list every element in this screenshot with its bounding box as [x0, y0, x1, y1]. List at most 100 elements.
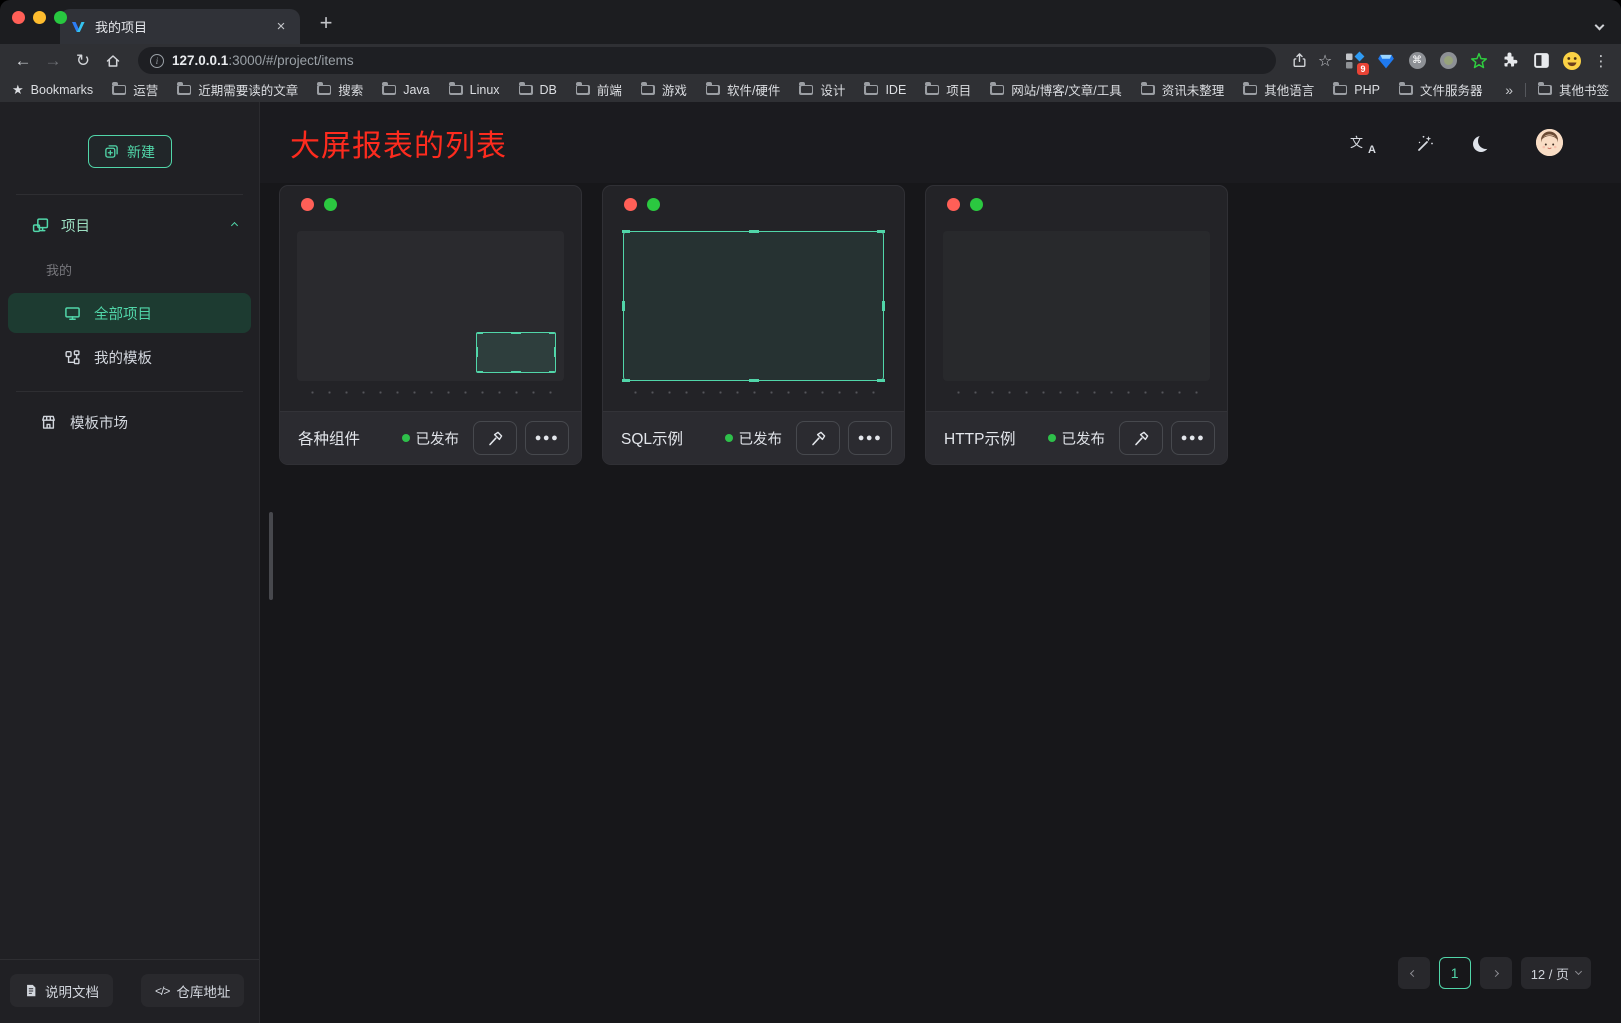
back-button[interactable]: ←	[10, 48, 36, 74]
bookmark-star-button[interactable]: ☆	[1314, 50, 1336, 72]
forward-button[interactable]: →	[40, 48, 66, 74]
selection-handle[interactable]	[549, 332, 556, 334]
folder-icon	[1399, 85, 1413, 95]
bookmark-folder[interactable]: PHP	[1333, 80, 1380, 99]
selection-handle[interactable]	[749, 230, 759, 233]
close-window-button[interactable]	[12, 11, 25, 24]
edit-project-button[interactable]	[1119, 421, 1163, 455]
selection-handle[interactable]	[549, 371, 556, 373]
current-page-button[interactable]: 1	[1439, 957, 1471, 989]
record-extension-icon[interactable]	[1437, 50, 1459, 72]
selection-handle[interactable]	[622, 301, 625, 311]
sidebar-item-my-templates[interactable]: 我的模板	[8, 337, 251, 377]
page-size-select[interactable]: 12 / 页	[1521, 957, 1591, 989]
address-bar[interactable]: i 127.0.0.1:3000/#/project/items	[138, 47, 1276, 74]
bookmarks-overflow-button[interactable]: »	[1505, 82, 1513, 98]
close-tab-icon[interactable]: ×	[272, 18, 290, 36]
more-actions-button[interactable]: ●●●	[1171, 421, 1215, 455]
moon-icon	[1478, 133, 1494, 149]
selection-handle[interactable]	[622, 379, 630, 382]
sidebar-item-template-market[interactable]: 模板市场	[8, 402, 251, 442]
bookmark-folder[interactable]: 其他语言	[1243, 80, 1314, 99]
sidebar-group-projects[interactable]: 项目	[0, 195, 259, 246]
next-page-button[interactable]	[1480, 957, 1512, 989]
reload-button[interactable]: ↻	[70, 48, 96, 74]
puzzle-extensions-icon[interactable]	[1499, 50, 1521, 72]
mini-line-chart	[305, 285, 385, 326]
maximize-window-button[interactable]	[54, 11, 67, 24]
stats-extension-icon[interactable]: 9	[1344, 50, 1366, 72]
bookmark-folder[interactable]: 运营	[112, 80, 158, 99]
selection-handle[interactable]	[511, 371, 521, 373]
command-extension-icon[interactable]: ⌘	[1406, 50, 1428, 72]
selection-handle[interactable]	[476, 371, 483, 373]
dotted-separator	[304, 391, 557, 394]
selection-handle[interactable]	[749, 379, 759, 382]
prev-page-button[interactable]	[1398, 957, 1430, 989]
sidebar-item-all-projects[interactable]: 全部项目	[8, 293, 251, 333]
more-actions-button[interactable]: ●●●	[525, 421, 569, 455]
line-chart	[949, 237, 1204, 377]
selection-handle[interactable]	[877, 379, 885, 382]
theme-color-button[interactable]	[1412, 130, 1438, 156]
more-actions-button[interactable]: ●●●	[848, 421, 892, 455]
edit-project-button[interactable]	[473, 421, 517, 455]
bookmark-folder[interactable]: 网站/博客/文章/工具	[990, 80, 1121, 99]
project-card[interactable]: 各种组件 已发布 ●●●	[279, 185, 582, 465]
minimize-window-button[interactable]	[33, 11, 46, 24]
bookmark-folder[interactable]: 搜索	[317, 80, 363, 99]
bookmark-folder[interactable]: 项目	[925, 80, 971, 99]
browser-tab[interactable]: 我的项目 ×	[60, 9, 300, 44]
folder-icon	[112, 85, 126, 95]
selection-handle[interactable]	[882, 301, 885, 311]
bookmark-folder[interactable]: 文件服务器	[1399, 80, 1483, 99]
bookmark-folder[interactable]: Linux	[449, 80, 500, 99]
repo-button[interactable]: </> 仓库地址	[141, 974, 244, 1007]
page-info-icon[interactable]: i	[150, 54, 164, 68]
card-preview-sql[interactable]	[623, 231, 884, 381]
bookmark-folder[interactable]: 设计	[799, 80, 845, 99]
selection-handle[interactable]	[511, 332, 521, 334]
selection-handle[interactable]	[476, 347, 478, 357]
project-card[interactable]: HTTP示例 已发布 ●●●	[925, 185, 1228, 465]
bookmark-folder[interactable]: 游戏	[641, 80, 687, 99]
selection-handle[interactable]	[476, 332, 483, 334]
selection-handle[interactable]	[877, 230, 885, 233]
tab-search-chevron-icon[interactable]	[1596, 16, 1603, 34]
edit-project-button[interactable]	[796, 421, 840, 455]
selection-handle[interactable]	[622, 230, 630, 233]
new-tab-button[interactable]: +	[312, 10, 340, 38]
bookmark-folder[interactable]: 前端	[576, 80, 622, 99]
docs-button[interactable]: 说明文档	[10, 974, 113, 1007]
bookmarks-manager[interactable]: ★ Bookmarks	[12, 82, 93, 98]
gem-extension-icon[interactable]	[1375, 50, 1397, 72]
scrollbar-thumb[interactable]	[269, 512, 273, 600]
bookmark-folder[interactable]: 软件/硬件	[706, 80, 780, 99]
language-toggle-button[interactable]: 文A	[1350, 132, 1376, 154]
sidebar-group-mine: 我的	[0, 246, 259, 289]
dark-mode-button[interactable]	[1474, 130, 1500, 156]
new-project-button[interactable]: 新建	[88, 135, 172, 168]
card-preview-http[interactable]	[943, 231, 1210, 381]
other-bookmarks-button[interactable]: 其他书签	[1538, 80, 1609, 99]
card-preview-components[interactable]	[297, 231, 564, 381]
browser-menu-icon[interactable]: ⋮	[1591, 52, 1611, 70]
star-extension-icon[interactable]	[1468, 50, 1490, 72]
bookmark-folder[interactable]: 近期需要读的文章	[177, 80, 298, 99]
home-button[interactable]	[100, 48, 126, 74]
user-avatar[interactable]	[1536, 129, 1563, 156]
bookmark-folder[interactable]: 资讯未整理	[1141, 80, 1225, 99]
bookmark-folder[interactable]: IDE	[864, 80, 906, 99]
dotted-separator	[627, 391, 880, 394]
project-card-list: 各种组件 已发布 ●●●	[260, 183, 1621, 465]
bookmark-folder[interactable]: Java	[382, 80, 429, 99]
bookmark-folder[interactable]: DB	[519, 80, 557, 99]
share-button[interactable]	[1288, 50, 1310, 72]
emoji-extension-icon[interactable]	[1561, 50, 1583, 72]
project-card[interactable]: SQL示例 已发布 ●●●	[602, 185, 905, 465]
green-dot	[970, 198, 983, 211]
reader-extension-icon[interactable]	[1530, 50, 1552, 72]
projects-icon	[32, 217, 49, 234]
selection-handle[interactable]	[554, 347, 556, 357]
split-square-icon	[1533, 52, 1550, 69]
